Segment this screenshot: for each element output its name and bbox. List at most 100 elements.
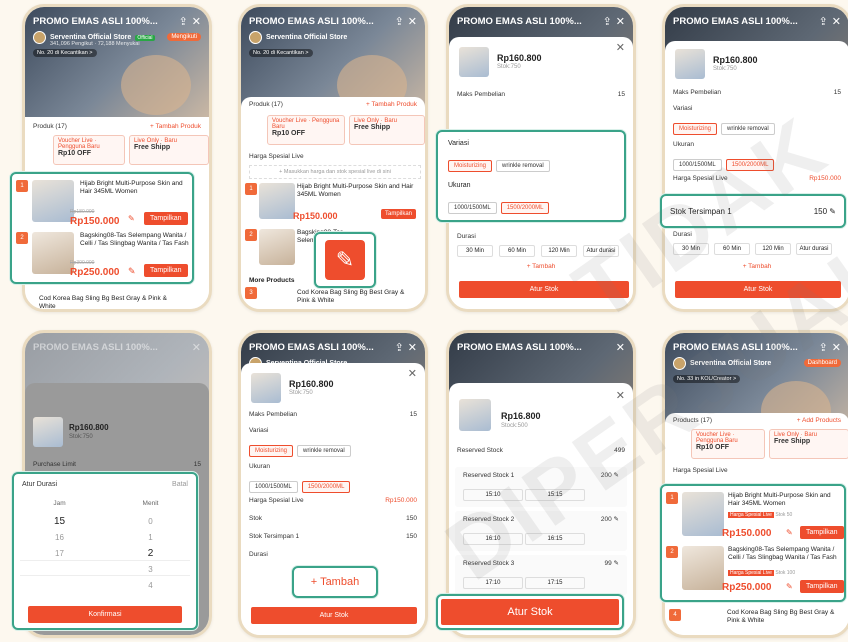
duration-custom[interactable]: Atur durasi [583,245,619,257]
variant-moisturizing[interactable]: Moisturizing [673,123,718,135]
size-1500-2000[interactable]: 1500/2000ML [725,159,775,171]
reserved-row-edit[interactable]: 200 ✎ [601,515,619,523]
end-time[interactable]: 16:15 [525,533,585,545]
live-title[interactable]: PROMO EMAS ASLI 100%... [673,342,815,353]
add-reserved-button[interactable]: + Tambah [665,263,848,270]
live-title[interactable]: PROMO EMAS ASLI 100%... [33,16,175,27]
close-icon[interactable]: ✕ [616,15,625,28]
set-stock-highlight[interactable]: Atur Stok [436,594,624,630]
close-icon[interactable]: ✕ [408,15,417,28]
edit-icon[interactable]: ✎ [786,582,793,591]
set-stock-button[interactable]: Atur Stok [675,281,841,298]
add-reserved-button[interactable]: + Tambah [311,576,359,588]
close-icon[interactable]: ✕ [192,15,201,28]
start-time[interactable]: 15:10 [463,489,523,501]
duration-120[interactable]: 120 Min [755,243,791,255]
edit-icon[interactable]: ✎ [128,266,136,277]
special-price-value[interactable]: Rp150.000 [809,175,841,182]
reserved-row-edit[interactable]: 99 ✎ [605,559,620,567]
variant-moisturizing[interactable]: Moisturizing [249,445,294,457]
minute-wheel[interactable]: 01 2 34 [105,514,196,594]
edit-icon[interactable]: ✎ [128,214,135,223]
variant-wrinkle[interactable]: wrinkle removal [721,123,775,135]
set-stock-button[interactable]: Atur Stok [441,599,619,625]
product-1-show-button[interactable]: Tampilkan [800,526,844,539]
stock-value[interactable]: 150 [406,515,417,522]
variant-wrinkle[interactable]: wrinkle removal [297,445,351,457]
share-icon[interactable]: ⇪ [395,341,404,354]
add-reserved-button[interactable]: + Tambah [449,263,633,270]
share-icon[interactable]: ⇪ [819,341,828,354]
live-title[interactable]: PROMO EMAS ASLI 100%... [673,16,815,27]
end-time[interactable]: 17:15 [525,577,585,589]
start-time[interactable]: 16:10 [463,533,523,545]
live-title[interactable]: PROMO EMAS ASLI 100%... [249,16,391,27]
share-icon[interactable]: ⇪ [603,15,612,28]
size-1000-1500[interactable]: 1000/1500ML [673,159,722,171]
duration-30[interactable]: 30 Min [673,243,709,255]
close-icon[interactable]: ✕ [192,341,201,354]
set-stock-button[interactable]: Atur Stok [251,607,417,624]
start-time[interactable]: 17:10 [463,577,523,589]
special-price-value[interactable]: Rp150.000 [385,497,417,504]
store-info[interactable]: Serventina Official Store [249,31,347,44]
live-title[interactable]: PROMO EMAS ASLI 100%... [457,342,612,353]
variant-moisturizing[interactable]: Moisturizing [448,160,493,172]
coupon-2[interactable]: Live Only · Baru Free Shipp [349,115,425,145]
close-icon[interactable]: ✕ [832,341,841,354]
variant-wrinkle[interactable]: wrinkle removal [496,160,550,172]
edit-icon[interactable]: ✎ [786,528,793,537]
close-icon[interactable]: ✕ [616,389,625,402]
store-info[interactable]: Serventina Official Store Official 341,096… [33,31,155,47]
add-products-link[interactable]: + Add Products [797,417,841,424]
store-info[interactable]: Serventina Official Store [673,357,771,370]
size-1500-2000[interactable]: 1500/2000ML [500,202,550,214]
special-price-input[interactable]: + Masukkan harga dan stok spesial live d… [249,165,421,179]
coupon-1[interactable]: Voucher Live · Pengguna Baru Rp10 OFF [53,135,125,165]
close-icon[interactable]: ✕ [408,341,417,354]
coupon-1[interactable]: Voucher Live · Pengguna Baru Rp10 OFF [267,115,345,145]
add-button-highlight[interactable]: + Tambah [292,566,378,598]
close-icon[interactable]: ✕ [408,367,417,380]
duration-120[interactable]: 120 Min [541,245,577,257]
max-purchase-value[interactable]: 15 [618,91,625,98]
product-1-show-button[interactable]: Tampilkan [144,212,188,225]
size-1000-1500[interactable]: 1000/1500ML [249,481,298,493]
size-1000-1500[interactable]: 1000/1500ML [448,202,497,214]
rank-chip[interactable]: No. 33 in KOL/Creator > [673,375,741,383]
reserved-stock-highlight[interactable]: Stok Tersimpan 1 150 ✎ [660,194,846,228]
add-product-link[interactable]: + Tambah Produk [366,101,417,108]
set-stock-button[interactable]: Atur Stok [459,281,629,298]
size-1500-2000[interactable]: 1500/2000ML [301,481,351,493]
rank-chip[interactable]: No. 20 di Kecantikan > [249,49,313,57]
duration-60[interactable]: 60 Min [499,245,535,257]
mengikuti-button[interactable]: Mengikuti [167,33,201,41]
rank-chip[interactable]: No. 20 di Kecantikan > [33,49,97,57]
share-icon[interactable]: ⇪ [179,15,188,28]
coupon-2[interactable]: Live Only · Baru Free Shipp [769,429,848,459]
product-2-show-button[interactable]: Tampilkan [800,580,844,593]
close-icon[interactable]: ✕ [616,41,625,54]
cancel-button[interactable]: Batal [172,481,188,488]
duration-custom[interactable]: Atur durasi [796,243,832,255]
hour-wheel[interactable]: 15 16 17 [14,514,105,562]
edit-pencil-icon[interactable]: ✎ [325,240,365,280]
product-1-show-button[interactable]: Tampilkan [381,209,417,219]
reserved-stock-value[interactable]: 150 [406,533,417,540]
close-icon[interactable]: ✕ [616,341,625,354]
live-title[interactable]: PROMO EMAS ASLI 100%... [249,342,391,353]
close-icon[interactable]: ✕ [832,15,841,28]
product-2-show-button[interactable]: Tampilkan [144,264,188,277]
coupon-1[interactable]: Voucher Live · Pengguna Baru Rp10 OFF [691,429,765,459]
dashboard-button[interactable]: Dashboard [803,359,841,367]
live-title[interactable]: PROMO EMAS ASLI 100%... [457,16,599,27]
share-icon[interactable]: ⇪ [395,15,404,28]
duration-60[interactable]: 60 Min [714,243,750,255]
confirm-button[interactable]: Konfirmasi [28,606,182,623]
edit-pencil-highlight[interactable]: ✎ [314,232,376,288]
duration-30[interactable]: 30 Min [457,245,493,257]
add-product-link[interactable]: + Tambah Produk [150,123,201,130]
edit-icon[interactable]: ✎ [829,207,836,216]
max-purchase-value[interactable]: 15 [834,89,841,96]
end-time[interactable]: 15:15 [525,489,585,501]
